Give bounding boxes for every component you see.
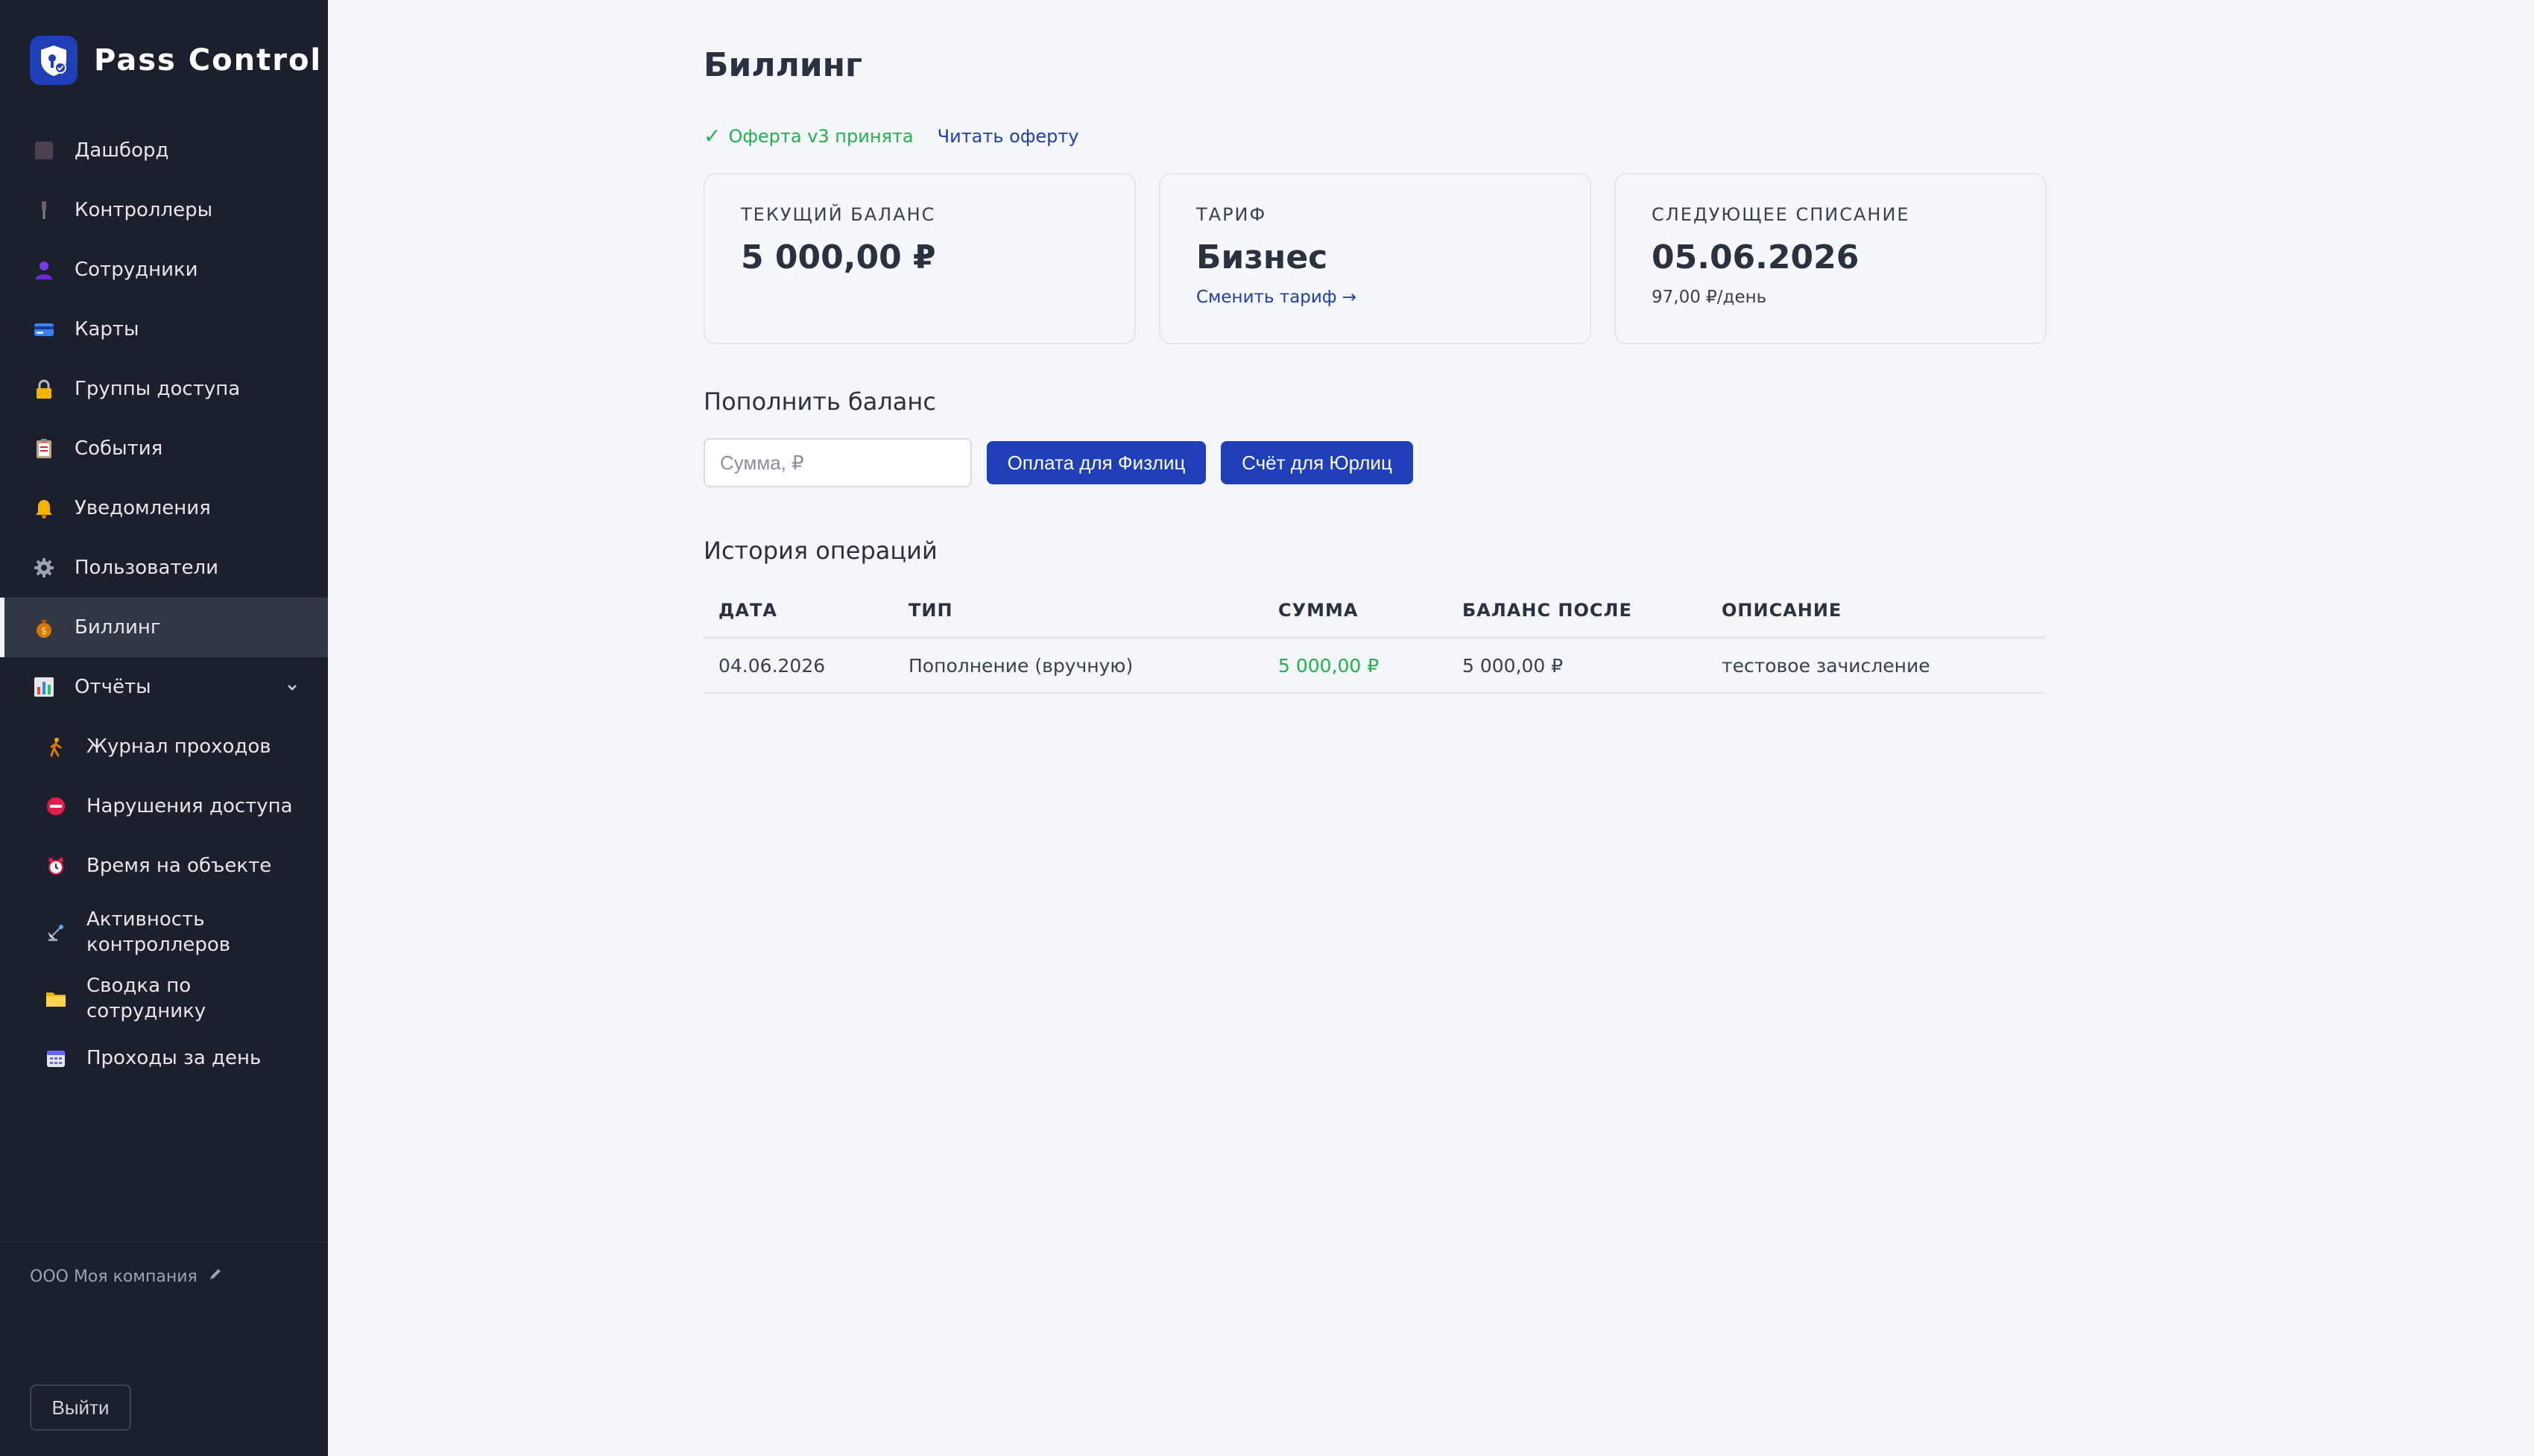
sidebar-item-billing[interactable]: $ Биллинг [0, 598, 328, 657]
sidebar-subitem-pass-log[interactable]: Журнал проходов [0, 717, 328, 776]
sidebar-subitem-access-violations[interactable]: Нарушения доступа [0, 776, 328, 836]
tariff-value: Бизнес [1196, 238, 1328, 276]
sidebar-item-controllers[interactable]: Контроллеры [0, 180, 328, 240]
balance-value: 5 000,00 ₽ [741, 238, 936, 276]
next-charge-date: 05.06.2026 [1652, 238, 1860, 276]
sidebar-item-label: Контроллеры [75, 199, 213, 221]
sidebar-item-label: Отчёты [75, 676, 151, 698]
app-root: Pass Control Дашборд Контроллеры Сотрудн… [0, 0, 2534, 1456]
sidebar-subitem-time-on-site[interactable]: Время на объекте [0, 836, 328, 896]
company-name[interactable]: ООО Моя компания [30, 1267, 223, 1286]
balance-card: ТЕКУЩИЙ БАЛАНС 5 000,00 ₽ [704, 173, 1136, 344]
satellite-icon [45, 921, 67, 943]
svg-text:$: $ [41, 626, 47, 637]
tariff-label: ТАРИФ [1196, 204, 1267, 225]
cell-balance-after: 5 000,00 ₽ [1447, 637, 1707, 694]
clipboard-icon [33, 437, 55, 460]
no-entry-icon [45, 795, 67, 817]
cell-description: тестовое зачисление [1707, 637, 2045, 694]
history-table: ДАТА ТИП СУММА БАЛАНС ПОСЛЕ ОПИСАНИЕ 04.… [704, 584, 2045, 694]
table-row: 04.06.2026 Пополнение (вручную) 5 000,00… [704, 637, 2045, 694]
sidebar-item-label: События [75, 437, 163, 460]
money-bag-icon: $ [33, 616, 55, 639]
sidebar: Pass Control Дашборд Контроллеры Сотрудн… [0, 0, 328, 1456]
offer-status-row: ✓ Оферта v3 принята Читать оферту [704, 124, 1079, 148]
pencil-icon[interactable] [208, 1267, 223, 1286]
logout-button[interactable]: Выйти [30, 1384, 131, 1431]
sidebar-subitem-daily-passes[interactable]: Проходы за день [0, 1028, 328, 1088]
table-header-row: ДАТА ТИП СУММА БАЛАНС ПОСЛЕ ОПИСАНИЕ [704, 584, 2045, 639]
sidebar-subitem-label: Проходы за день [86, 1047, 262, 1069]
sidebar-item-cards[interactable]: Карты [0, 300, 328, 359]
sidebar-item-label: Биллинг [75, 616, 161, 639]
user-icon [33, 259, 55, 281]
bell-icon [33, 497, 55, 519]
walking-person-icon [45, 735, 67, 758]
sidebar-subitem-label: Журнал проходов [86, 735, 271, 758]
shield-logo-icon [30, 36, 78, 85]
column-header-description: ОПИСАНИЕ [1707, 584, 2045, 639]
sidebar-subitem-controller-activity[interactable]: Активность контроллеров [0, 896, 328, 969]
sidebar-item-reports[interactable]: Отчёты [0, 657, 328, 717]
sidebar-item-events[interactable]: События [0, 419, 328, 478]
company-label: ООО Моя компания [30, 1267, 198, 1286]
chevron-down-icon[interactable] [285, 678, 300, 700]
sidebar-subitem-label: Сводка по сотруднику [86, 975, 206, 1022]
card-icon [33, 318, 55, 341]
cell-date: 04.06.2026 [704, 637, 894, 694]
sidebar-item-dashboard[interactable]: Дашборд [0, 121, 328, 180]
dashboard-icon [33, 139, 55, 162]
sidebar-subitem-label: Активность контроллеров [86, 908, 231, 956]
cell-amount: 5 000,00 ₽ [1263, 637, 1447, 694]
column-header-amount: СУММА [1263, 584, 1447, 639]
sidebar-nav: Дашборд Контроллеры Сотрудники Карты Гру… [0, 121, 328, 1088]
change-tariff-link[interactable]: Сменить тариф → [1196, 288, 1554, 307]
sidebar-item-access-groups[interactable]: Группы доступа [0, 359, 328, 419]
app-title: Pass Control [94, 43, 323, 77]
column-header-type: ТИП [894, 584, 1263, 639]
sidebar-subitem-employee-summary[interactable]: Сводка по сотруднику [0, 969, 328, 1028]
next-charge-card: СЛЕДУЮЩЕЕ СПИСАНИЕ 05.06.2026 97,00 ₽/де… [1614, 173, 2047, 344]
lock-icon [33, 378, 55, 400]
folder-icon [45, 987, 67, 1010]
offer-accepted-text: Оферта v3 принята [728, 125, 914, 147]
sidebar-item-label: Группы доступа [75, 378, 241, 400]
balance-label: ТЕКУЩИЙ БАЛАНС [741, 204, 936, 225]
check-icon: ✓ [704, 124, 721, 148]
sidebar-item-label: Дашборд [75, 139, 169, 162]
history-title: История операций [704, 536, 938, 565]
daily-rate: 97,00 ₽/день [1652, 288, 1767, 307]
next-charge-label: СЛЕДУЮЩЕЕ СПИСАНИЕ [1652, 204, 1910, 225]
topup-title: Пополнить баланс [704, 387, 936, 416]
controller-icon [33, 199, 55, 221]
sidebar-item-notifications[interactable]: Уведомления [0, 478, 328, 538]
column-header-balance-after: БАЛАНС ПОСЛЕ [1447, 584, 1707, 639]
page-title: Биллинг [704, 46, 863, 84]
calendar-icon [45, 1047, 67, 1069]
bar-chart-icon [33, 676, 55, 698]
brand[interactable]: Pass Control [30, 36, 322, 85]
sidebar-item-label: Пользователи [75, 557, 219, 579]
sidebar-item-users[interactable]: Пользователи [0, 538, 328, 598]
sidebar-subitem-label: Нарушения доступа [86, 795, 293, 817]
read-offer-link[interactable]: Читать оферту [938, 126, 1079, 147]
sidebar-item-label: Карты [75, 318, 139, 341]
sidebar-item-employees[interactable]: Сотрудники [0, 240, 328, 300]
cell-type: Пополнение (вручную) [894, 637, 1263, 694]
sidebar-divider [0, 1241, 328, 1242]
pay-individual-button[interactable]: Оплата для Физлиц [987, 441, 1206, 484]
amount-input[interactable] [704, 438, 972, 487]
main-content: Биллинг ✓ Оферта v3 принята Читать оферт… [328, 0, 2534, 1456]
column-header-date: ДАТА [704, 584, 894, 639]
sidebar-item-label: Сотрудники [75, 259, 198, 281]
alarm-clock-icon [45, 855, 67, 877]
gear-icon [33, 557, 55, 579]
invoice-legal-button[interactable]: Счёт для Юрлиц [1221, 441, 1413, 484]
sidebar-subitem-label: Время на объекте [86, 855, 272, 877]
tariff-card: ТАРИФ Бизнес Сменить тариф → [1159, 173, 1591, 344]
sidebar-item-label: Уведомления [75, 497, 211, 519]
